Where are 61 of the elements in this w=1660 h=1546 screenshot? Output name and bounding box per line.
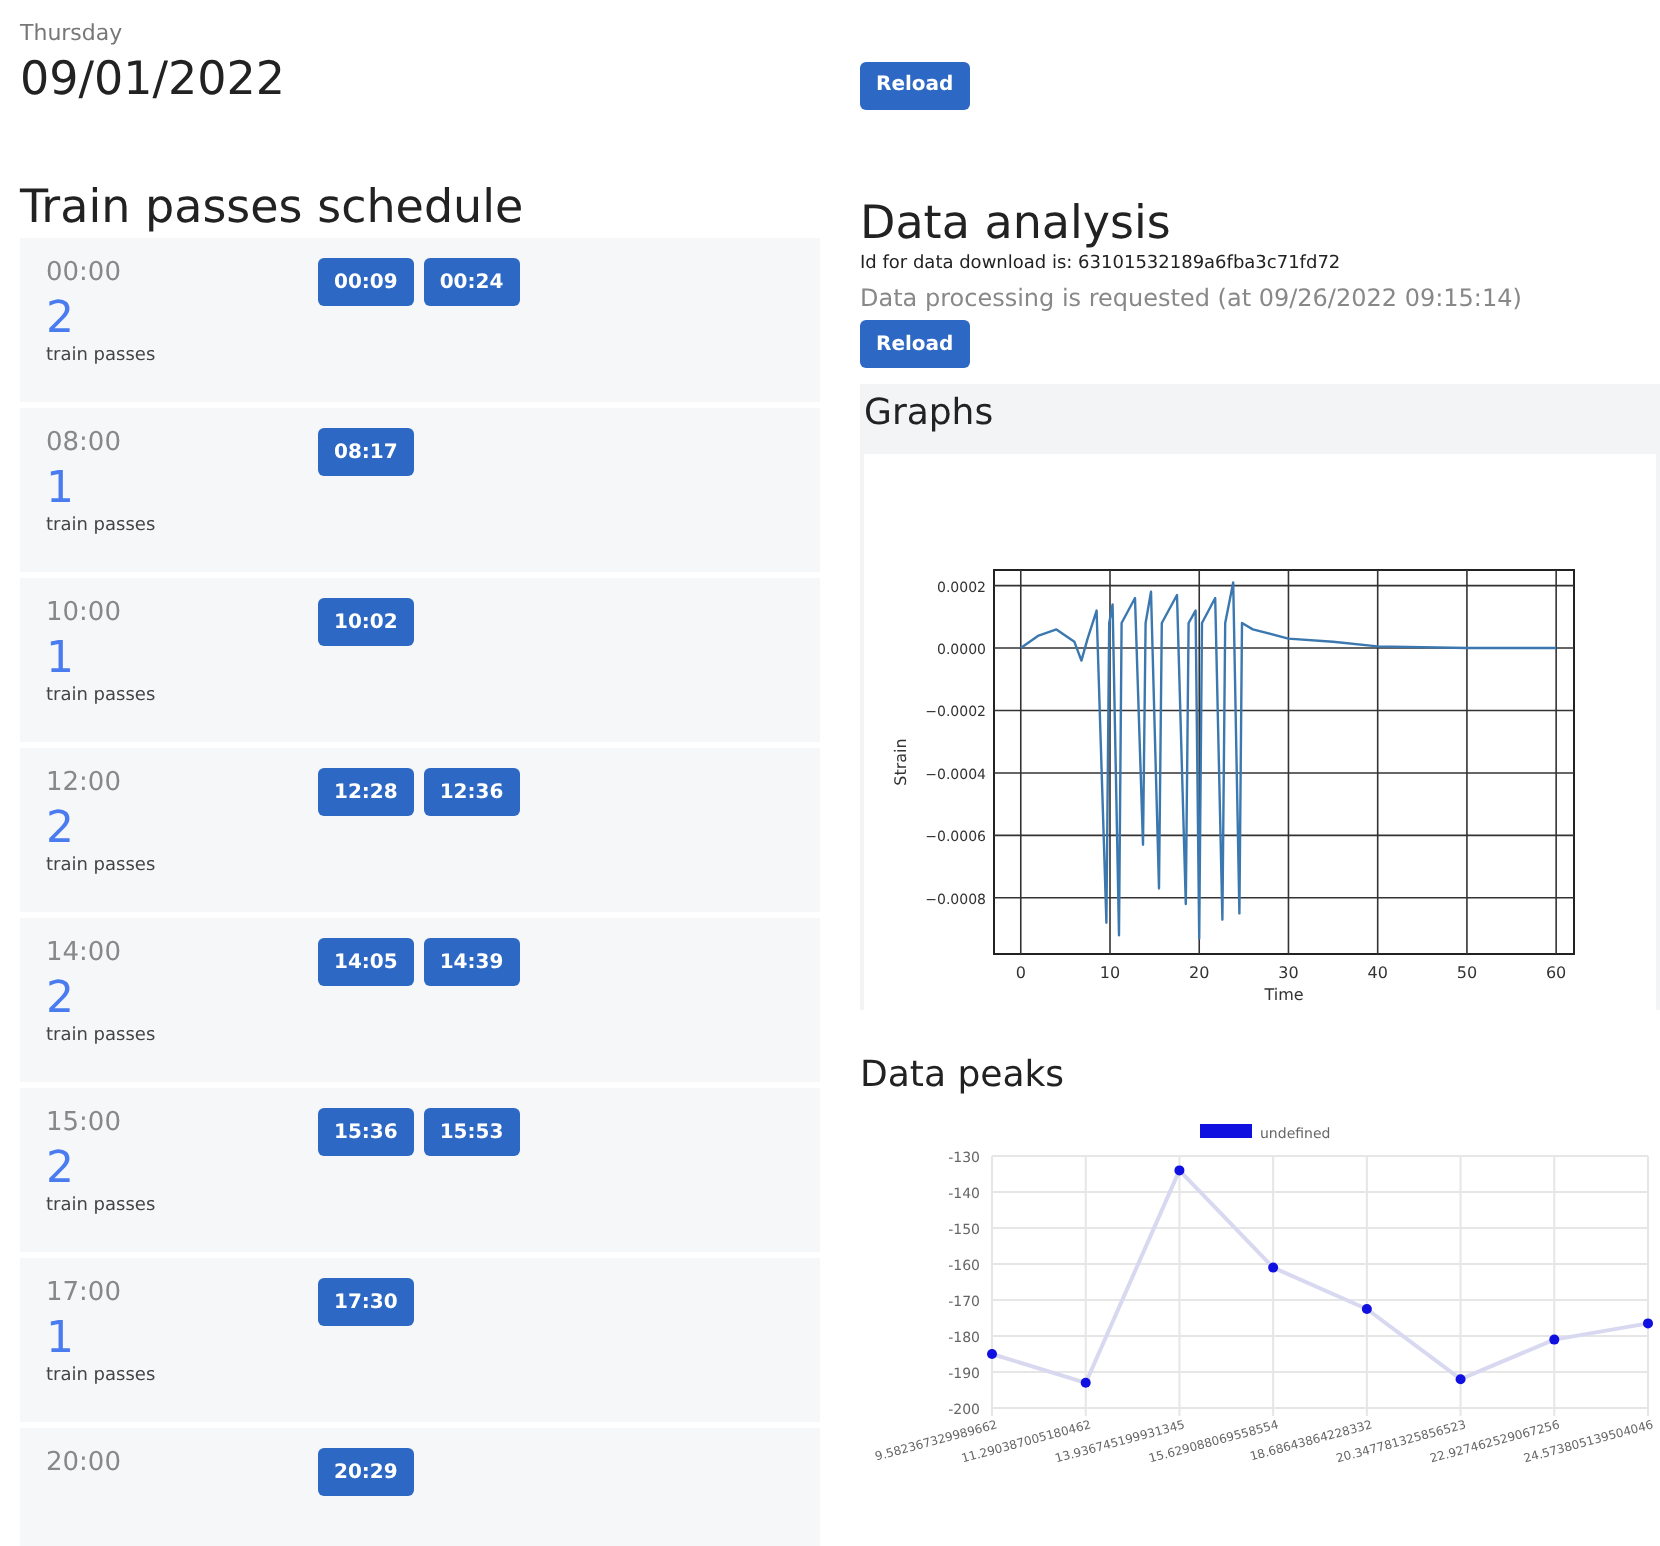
count-unit: train passes [46, 1366, 158, 1386]
pass-count: 1 [46, 464, 76, 516]
pass-count: 2 [46, 804, 76, 856]
reload-button[interactable]: Reload [860, 61, 970, 109]
hour-label: 15:00 [46, 1108, 123, 1138]
data-point [1455, 1374, 1466, 1385]
hour-label: 12:00 [46, 768, 123, 798]
hour-label: 20:00 [46, 1448, 123, 1478]
weekday-label: Thursday [20, 20, 125, 46]
count-unit: train passes [46, 1026, 158, 1046]
x-tick-label: 30 [1278, 964, 1299, 982]
count-unit: train passes [46, 1196, 158, 1216]
pass-time-button[interactable]: 20:29 [318, 1448, 414, 1496]
data-point [1080, 1377, 1091, 1388]
pass-time-button[interactable]: 17:30 [318, 1278, 414, 1326]
x-tick-label: 40 [1367, 964, 1388, 982]
data-point [1174, 1165, 1185, 1176]
pass-time-button[interactable]: 14:39 [423, 938, 520, 986]
pass-count: 1 [46, 634, 76, 686]
count-unit: train passes [46, 686, 158, 706]
data-point [987, 1349, 997, 1359]
x-tick-label: 60 [1545, 964, 1567, 982]
pass-time-button[interactable]: 15:36 [318, 1108, 414, 1156]
hour-label: 10:00 [46, 598, 123, 628]
pass-count: 2 [46, 974, 76, 1026]
pass-time-button[interactable]: 14:05 [318, 938, 414, 986]
x-tick-label: 10 [1099, 964, 1121, 982]
download-id-text: Id for data download is: 63101532189a6fba3c71fd72 [860, 253, 1343, 273]
hour-label: 00:00 [46, 258, 123, 288]
status-text: Data processing is requested (at 09/26/2022 09:15:14) [860, 283, 1524, 311]
x-tick-label: 0 [1015, 964, 1026, 982]
reload-button[interactable]: Reload [860, 320, 970, 368]
pass-time-button[interactable]: 10:02 [318, 598, 414, 646]
y-axis-label: Strain [892, 738, 910, 786]
pass-count: 1 [46, 1314, 76, 1366]
count-unit: train passes [46, 516, 158, 536]
pass-count: 2 [46, 294, 76, 346]
hour-label: 14:00 [46, 938, 123, 968]
count-unit: train passes [46, 346, 158, 366]
analysis-title: Data analysis [860, 197, 1173, 249]
data-point [1268, 1262, 1279, 1273]
count-unit: train passes [46, 856, 158, 876]
data-point [1643, 1318, 1653, 1329]
pass-time-button[interactable]: 00:09 [318, 258, 414, 306]
schedule-title: Train passes schedule [20, 182, 526, 234]
peaks-title: Data peaks [860, 1054, 1067, 1096]
pass-time-button[interactable]: 00:24 [423, 258, 520, 306]
x-axis-label: Time [1264, 986, 1304, 1004]
pass-time-button[interactable]: 12:28 [318, 768, 414, 816]
graphs-title: Graphs [864, 392, 996, 434]
pass-count: 2 [46, 1144, 76, 1196]
data-point [1549, 1334, 1560, 1345]
hour-label: 17:00 [46, 1278, 123, 1308]
date-title: 09/01/2022 [20, 54, 288, 106]
pass-time-button[interactable]: 08:17 [318, 428, 414, 476]
pass-time-button[interactable]: 12:36 [423, 768, 520, 816]
x-tick-label: 50 [1456, 964, 1478, 982]
hour-label: 08:00 [46, 428, 123, 458]
pass-time-button[interactable]: 15:53 [423, 1108, 520, 1156]
data-point [1361, 1304, 1372, 1314]
x-tick-label: 20 [1189, 964, 1210, 982]
